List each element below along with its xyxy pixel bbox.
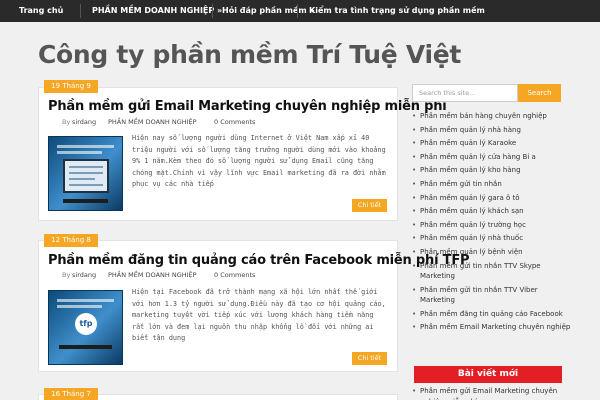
sidebar-item-label[interactable]: Phần mềm quản lý gara ô tô	[420, 194, 520, 202]
nav-item-software-faq[interactable]: Hỏi đáp phần mềm »	[222, 0, 315, 22]
post-meta: By sirdang PHẦN MỀM DOANH NGHIỆP 0 Comme…	[62, 118, 262, 127]
post-category-link[interactable]: PHẦN MỀM DOANH NGHIỆP	[108, 271, 197, 279]
sidebar-item[interactable]: • Phần mềm quản lý gara ô tô	[412, 193, 572, 204]
sidebar-item-label[interactable]: Phần mềm gửi tin nhắn	[420, 180, 502, 188]
sidebar-item[interactable]: • Phần mềm đăng tin quảng cáo Facebook	[412, 309, 572, 320]
bullet-icon: •	[412, 207, 417, 216]
sidebar-item[interactable]: • Phần mềm quản lý Karaoke	[412, 138, 572, 149]
sidebar-item-label[interactable]: Phần mềm quản lý cửa hàng Bi a	[420, 153, 536, 161]
bullet-icon: •	[412, 112, 417, 120]
post-meta-by: By	[62, 271, 71, 279]
bullet-icon: •	[412, 152, 417, 161]
post-date-badge: 16 Tháng 7	[44, 388, 98, 400]
post-comments-link[interactable]: 0 Comments	[214, 118, 255, 126]
nav-separator	[80, 4, 81, 18]
nav-separator	[212, 4, 213, 18]
bullet-icon: •	[412, 285, 417, 294]
search-button[interactable]: Search	[518, 84, 561, 102]
sidebar-item[interactable]: • Phần mềm quản lý nhà thuốc	[412, 233, 572, 244]
sidebar-item-label[interactable]: Phần mềm quản lý Karaoke	[420, 139, 516, 147]
sidebar-item[interactable]: • Phần mềm quản lý kho hàng	[412, 165, 572, 176]
search-input[interactable]	[412, 84, 518, 102]
sidebar-item[interactable]: • Phần mềm quản lý bệnh viện	[412, 247, 572, 258]
post-comments-link[interactable]: 0 Comments	[214, 271, 255, 279]
bullet-icon: •	[412, 220, 417, 229]
top-navigation: Trang chủ PHẦN MỀM DOANH NGHIỆP » Hỏi đá…	[0, 0, 600, 22]
bullet-icon: •	[412, 323, 417, 332]
post-title[interactable]: Phần mềm gửi Email Marketing chuyên nghi…	[48, 99, 447, 114]
sidebar-item[interactable]: • Phần mềm quản lý nhà hàng	[412, 125, 572, 136]
sidebar-item-label[interactable]: Phần mềm quản lý trường học	[420, 221, 526, 229]
sidebar-item[interactable]: • Phần mềm gửi tin nhắn TTV Skype Marketi…	[412, 261, 572, 282]
post-excerpt: Hiện nay số lượng người dùng Internet ở …	[132, 134, 386, 188]
nav-item-check-license[interactable]: Kiểm tra tình trạng sử dụng phần mềm	[309, 0, 485, 22]
post-thumbnail-facebook-tfp[interactable]: tfp	[48, 290, 123, 365]
post-date-badge: 19 Tháng 9	[44, 80, 98, 93]
bullet-icon: •	[412, 125, 417, 134]
sidebar-item[interactable]: • Phần mềm quản lý trường học	[412, 220, 572, 231]
software-category-list: • Phần mềm bán hàng chuyên nghiệp • Phần m…	[412, 111, 572, 336]
nav-separator	[297, 4, 298, 18]
bullet-icon: •	[412, 179, 417, 188]
sidebar-item-label[interactable]: Phần mềm quản lý nhà hàng	[420, 126, 521, 134]
sidebar-item-label[interactable]: Phần mềm quản lý kho hàng	[420, 166, 521, 174]
read-more-button[interactable]: Chi tiết	[352, 199, 387, 212]
sidebar-item[interactable]: • Phần mềm quản lý cửa hàng Bi a	[412, 152, 572, 163]
sidebar-item-label[interactable]: Phần mềm Email Marketing chuyên nghiệp	[420, 323, 570, 331]
bullet-icon: •	[412, 261, 417, 270]
recent-post-label[interactable]: Phần mềm gửi Email Marketing chuyên nghi…	[420, 387, 557, 400]
bullet-icon: •	[412, 166, 417, 175]
sidebar-item-label[interactable]: Phần mềm quản lý khách sạn	[420, 207, 524, 215]
site-title[interactable]: Công ty phần mềm Trí Tuệ Việt	[38, 40, 461, 69]
nav-item-business-software[interactable]: PHẦN MỀM DOANH NGHIỆP »	[92, 0, 222, 22]
post-date-badge: 12 Tháng 8	[44, 234, 98, 247]
post-meta-by: By	[62, 118, 71, 126]
post-excerpt: Hiện tại Facebook đã trở thành mạng xã h…	[132, 288, 386, 342]
bullet-icon: •	[412, 309, 417, 318]
post-meta: By sirdang PHẦN MỀM DOANH NGHIỆP 0 Comme…	[62, 271, 262, 280]
nav-item-home[interactable]: Trang chủ	[19, 0, 63, 22]
sidebar-item[interactable]: • Phần mềm Email Marketing chuyên nghiệp	[412, 322, 572, 333]
post-author-link[interactable]: sirdang	[72, 271, 96, 279]
bullet-icon: •	[412, 193, 417, 202]
read-more-button[interactable]: Chi tiết	[352, 352, 387, 365]
sidebar-item-label[interactable]: Phần mềm bán hàng chuyên nghiệp	[420, 112, 547, 120]
sidebar-item[interactable]: • Phần mềm bán hàng chuyên nghiệp	[412, 111, 572, 122]
sidebar-item[interactable]: • Phần mềm gửi tin nhắn TTV Viber Marketi…	[412, 285, 572, 306]
sidebar-item-label[interactable]: Phần mềm gửi tin nhắn TTV Skype Marketin…	[420, 262, 541, 281]
bullet-icon: •	[412, 247, 417, 256]
sidebar-item[interactable]: • Phần mềm gửi tin nhắn	[412, 179, 572, 190]
post-thumbnail-email-marketing[interactable]	[48, 136, 123, 211]
sidebar-item-label[interactable]: Phần mềm quản lý nhà thuốc	[420, 234, 523, 242]
recent-post-item[interactable]: •Phần mềm gửi Email Marketing chuyên ngh…	[412, 386, 572, 400]
sidebar-item-label[interactable]: Phần mềm gửi tin nhắn TTV Viber Marketin…	[420, 286, 538, 305]
post-category-link[interactable]: PHẦN MỀM DOANH NGHIỆP	[108, 118, 197, 126]
sidebar-item[interactable]: • Phần mềm quản lý khách sạn	[412, 206, 572, 217]
recent-posts-title: Bài viết mới	[414, 366, 562, 383]
bullet-icon: •	[412, 234, 417, 243]
bullet-icon: •	[412, 139, 417, 148]
post-author-link[interactable]: sirdang	[72, 118, 96, 126]
sidebar-item-label[interactable]: Phần mềm đăng tin quảng cáo Facebook	[420, 310, 563, 318]
sidebar-item-label[interactable]: Phần mềm quản lý bệnh viện	[420, 248, 523, 256]
post-title[interactable]: Phần mềm đăng tin quảng cáo trên Faceboo…	[48, 253, 470, 268]
bullet-icon: •	[412, 387, 417, 395]
tfp-logo-icon: tfp	[75, 313, 97, 335]
recent-posts-list: •Phần mềm gửi Email Marketing chuyên ngh…	[412, 386, 572, 400]
